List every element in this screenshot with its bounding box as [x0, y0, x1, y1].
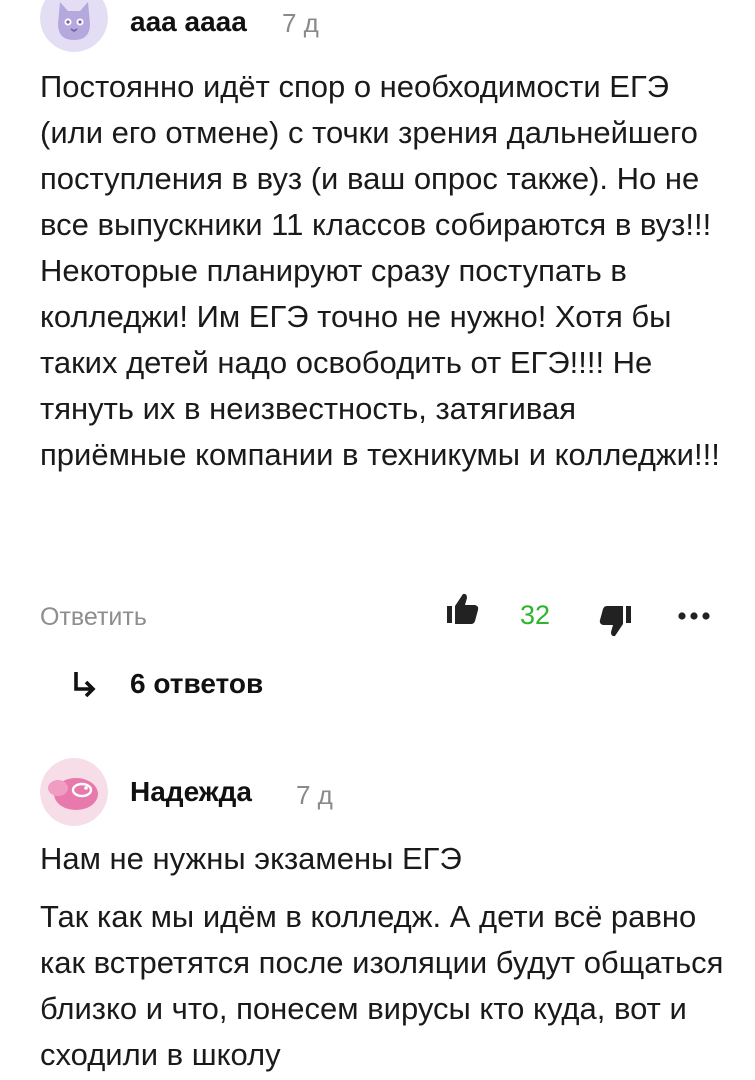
comment-text: Постоянно идёт спор о необходимости ЕГЭ … [40, 69, 720, 472]
pink-animal-avatar-icon [40, 758, 108, 826]
replies-count: 6 ответов [130, 668, 264, 699]
reply-arrow-icon [74, 672, 96, 698]
thumbs-up-icon[interactable] [444, 591, 480, 627]
like-count: 32 [520, 600, 551, 630]
cat-avatar-icon [40, 0, 108, 52]
comment-2: Надежда 7 д Нам не нужны экзамены ЕГЭ Та… [0, 740, 755, 1080]
comment-time: 7 д [296, 780, 333, 810]
reply-button[interactable]: Ответить [40, 603, 147, 632]
replies-link[interactable]: 6 ответов [72, 664, 263, 704]
avatar[interactable] [40, 758, 108, 826]
thumbs-down-icon[interactable] [598, 603, 634, 639]
comment-1: ааа аааа 7 д Постоянно идёт спор о необх… [0, 0, 755, 720]
author-name[interactable]: ааа аааа [130, 6, 247, 38]
avatar[interactable] [40, 0, 108, 52]
more-dots-icon[interactable] [676, 608, 712, 624]
comment-text-paragraph-1: Нам не нужны экзамены ЕГЭ [40, 841, 462, 876]
author-name[interactable]: Надежда [130, 776, 252, 808]
comment-text-paragraph-2: Так как мы идём в колледж. А дети всё ра… [40, 899, 724, 1072]
comment-time: 7 д [282, 8, 319, 38]
